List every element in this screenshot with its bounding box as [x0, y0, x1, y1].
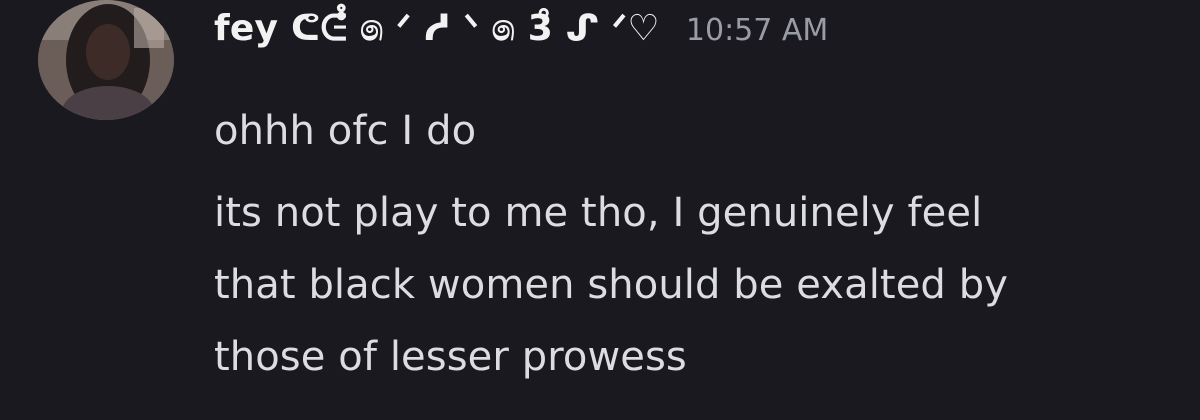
avatar-image — [38, 0, 174, 120]
message-line: its not play to me tho, I genuinely feel — [214, 190, 983, 236]
timestamp: 10:57 AM — [685, 13, 829, 48]
username[interactable]: fey ᕦᕮ̊̊ ෧ ᐟ ᓱ ᐠ ෧ 3̊̊ ᔑ ᐟ♡ — [214, 8, 660, 50]
chat-message: fey ᕦᕮ̊̊ ෧ ᐟ ᓱ ᐠ ෧ 3̊̊ ᔑ ᐟ♡ 10:57 AM ohh… — [0, 0, 1200, 420]
message-line: that black women should be exalted by — [214, 262, 1008, 308]
message-line: ohhh ofc I do — [214, 108, 477, 154]
avatar[interactable] — [38, 0, 174, 120]
message-line: those of lesser prowess — [214, 334, 687, 380]
message-header: fey ᕦᕮ̊̊ ෧ ᐟ ᓱ ᐠ ෧ 3̊̊ ᔑ ᐟ♡ 10:57 AM — [214, 8, 828, 68]
